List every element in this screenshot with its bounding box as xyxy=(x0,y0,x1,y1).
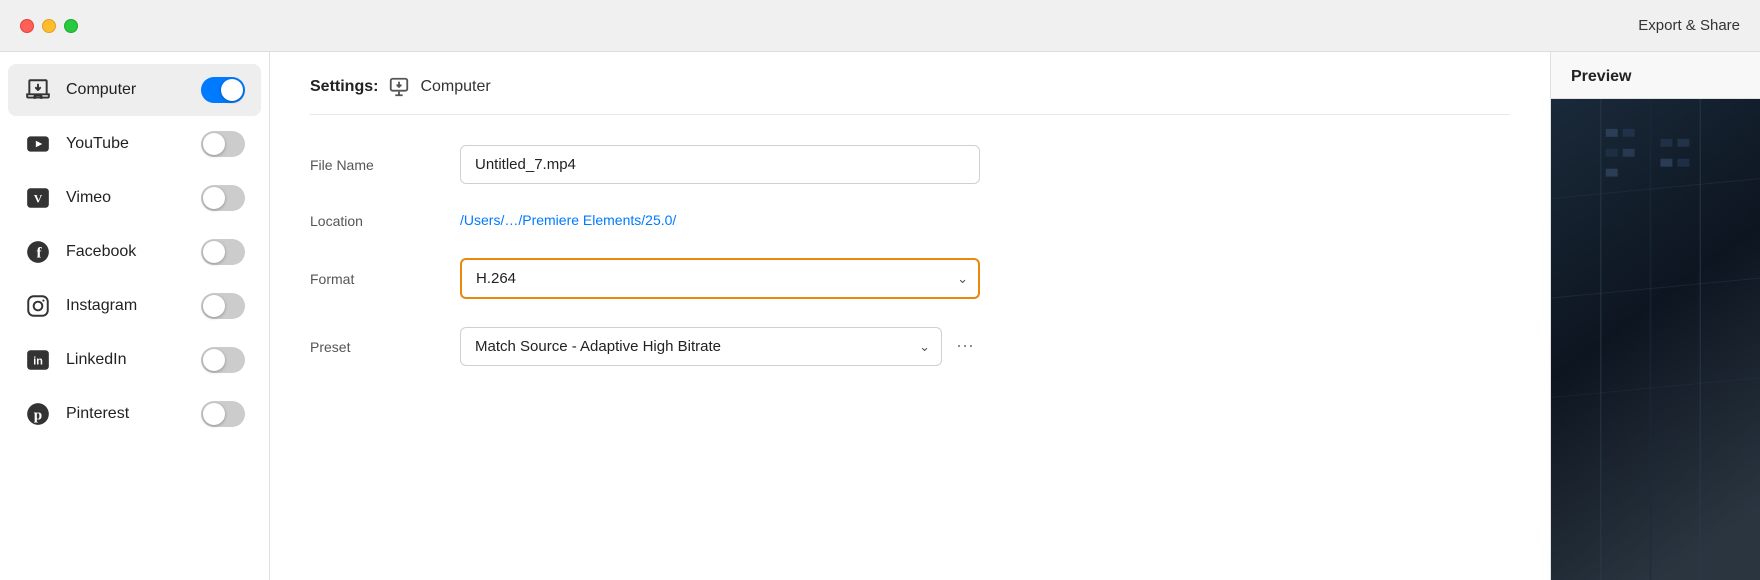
close-button[interactable] xyxy=(20,19,34,33)
computer-icon xyxy=(24,76,52,104)
format-row: Format H.264 H.265 MPEG2 QuickTime AVI ⌄ xyxy=(310,258,1510,299)
preview-panel: Preview xyxy=(1550,52,1760,580)
sidebar-item-pinterest-label: Pinterest xyxy=(66,405,187,423)
toggle-knob xyxy=(203,241,225,263)
preview-header: Preview xyxy=(1551,52,1760,99)
sidebar-item-vimeo[interactable]: V Vimeo xyxy=(8,172,261,224)
sidebar: Computer YouTube V xyxy=(0,52,270,580)
title-bar: Export & Share xyxy=(0,0,1760,52)
linkedin-icon: in xyxy=(24,346,52,374)
pinterest-toggle[interactable] xyxy=(201,401,245,427)
toggle-knob xyxy=(203,187,225,209)
computer-download-icon xyxy=(388,76,410,98)
toggle-knob xyxy=(203,349,225,371)
content-area: Settings: Computer File Name Location /U… xyxy=(270,52,1550,580)
settings-destination-label: Computer xyxy=(420,78,490,96)
location-link[interactable]: /Users/…/Premiere Elements/25.0/ xyxy=(460,212,676,228)
toggle-knob xyxy=(203,133,225,155)
preset-label: Preset xyxy=(310,339,440,355)
minimize-button[interactable] xyxy=(42,19,56,33)
pinterest-icon: p xyxy=(24,400,52,428)
format-select[interactable]: H.264 H.265 MPEG2 QuickTime AVI xyxy=(460,258,980,299)
youtube-toggle[interactable] xyxy=(201,131,245,157)
file-name-row: File Name xyxy=(310,145,1510,184)
instagram-toggle[interactable] xyxy=(201,293,245,319)
youtube-icon xyxy=(24,130,52,158)
preset-row: Preset Match Source - Adaptive High Bitr… xyxy=(310,327,1510,366)
vimeo-icon: V xyxy=(24,184,52,212)
svg-text:V: V xyxy=(34,191,43,205)
preset-row-inner: Match Source - Adaptive High Bitrate Mat… xyxy=(460,327,980,366)
sidebar-item-computer-label: Computer xyxy=(66,81,187,99)
preset-select-wrapper: Match Source - Adaptive High Bitrate Mat… xyxy=(460,327,942,366)
format-control: H.264 H.265 MPEG2 QuickTime AVI ⌄ xyxy=(460,258,980,299)
sidebar-item-pinterest[interactable]: p Pinterest xyxy=(8,388,261,440)
sidebar-item-linkedin[interactable]: in LinkedIn xyxy=(8,334,261,386)
file-name-control xyxy=(460,145,980,184)
preview-image-overlay xyxy=(1551,99,1760,580)
facebook-toggle[interactable] xyxy=(201,239,245,265)
preview-image xyxy=(1551,99,1760,580)
instagram-icon xyxy=(24,292,52,320)
location-label: Location xyxy=(310,213,440,229)
traffic-lights xyxy=(20,19,78,33)
sidebar-item-youtube-label: YouTube xyxy=(66,135,187,153)
linkedin-toggle[interactable] xyxy=(201,347,245,373)
sidebar-item-vimeo-label: Vimeo xyxy=(66,189,187,207)
sidebar-item-computer[interactable]: Computer xyxy=(8,64,261,116)
toggle-knob xyxy=(221,79,243,101)
file-name-input[interactable] xyxy=(460,145,980,184)
main-layout: Computer YouTube V xyxy=(0,52,1760,580)
computer-toggle[interactable] xyxy=(201,77,245,103)
preset-select[interactable]: Match Source - Adaptive High Bitrate Mat… xyxy=(460,327,942,366)
sidebar-item-instagram[interactable]: Instagram xyxy=(8,280,261,332)
sidebar-item-facebook-label: Facebook xyxy=(66,243,187,261)
window-title: Export & Share xyxy=(1638,17,1740,34)
preset-control: Match Source - Adaptive High Bitrate Mat… xyxy=(460,327,980,366)
sidebar-item-linkedin-label: LinkedIn xyxy=(66,351,187,369)
settings-header: Settings: Computer xyxy=(310,76,1510,115)
toggle-knob xyxy=(203,295,225,317)
sidebar-item-instagram-label: Instagram xyxy=(66,297,187,315)
toggle-knob xyxy=(203,403,225,425)
vimeo-toggle[interactable] xyxy=(201,185,245,211)
settings-label: Settings: xyxy=(310,78,378,96)
file-name-label: File Name xyxy=(310,157,440,173)
more-options-button[interactable]: ⋯ xyxy=(952,336,980,357)
facebook-icon: f xyxy=(24,238,52,266)
preset-select-container: Match Source - Adaptive High Bitrate Mat… xyxy=(460,327,942,366)
svg-text:p: p xyxy=(34,406,42,423)
format-select-wrapper: H.264 H.265 MPEG2 QuickTime AVI ⌄ xyxy=(460,258,980,299)
sidebar-item-facebook[interactable]: f Facebook xyxy=(8,226,261,278)
maximize-button[interactable] xyxy=(64,19,78,33)
format-label: Format xyxy=(310,271,440,287)
location-control: /Users/…/Premiere Elements/25.0/ xyxy=(460,212,980,230)
sidebar-item-youtube[interactable]: YouTube xyxy=(8,118,261,170)
svg-text:in: in xyxy=(33,355,43,367)
location-row: Location /Users/…/Premiere Elements/25.0… xyxy=(310,212,1510,230)
